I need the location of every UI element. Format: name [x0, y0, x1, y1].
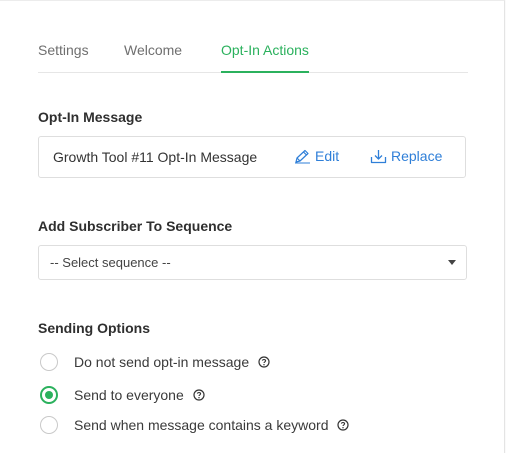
radio-option-do-not-send[interactable]: Do not send opt-in message	[40, 353, 270, 371]
edit-label: Edit	[315, 148, 340, 164]
sending-options-heading: Sending Options	[38, 320, 150, 336]
caret-down-icon	[448, 260, 456, 265]
tab-opt-in-actions[interactable]: Opt-In Actions	[221, 41, 309, 73]
growth-tool-panel: Settings Welcome Opt-In Actions Opt-In M…	[0, 0, 505, 453]
question-circle-icon[interactable]	[337, 419, 350, 431]
radio-label: Send to everyone	[74, 387, 184, 403]
replace-label: Replace	[391, 148, 443, 164]
radio-label: Do not send opt-in message	[74, 354, 250, 370]
question-circle-icon[interactable]	[258, 356, 270, 368]
tab-settings[interactable]: Settings	[38, 41, 89, 71]
radio-option-send-to-everyone[interactable]: Send to everyone	[40, 386, 205, 404]
sequence-select-value: -- Select sequence --	[50, 255, 171, 270]
radio-option-keyword[interactable]: Send when message contains a keyword	[40, 416, 350, 434]
tab-welcome[interactable]: Welcome	[124, 41, 182, 71]
opt-in-message-box: Growth Tool #11 Opt-In Message Edit Repl…	[38, 136, 466, 178]
replace-message-button[interactable]: Replace	[370, 148, 442, 164]
download-icon	[370, 149, 387, 163]
edit-message-button[interactable]: Edit	[294, 148, 339, 164]
radio-button[interactable]	[40, 416, 58, 434]
sequence-heading: Add Subscriber To Sequence	[38, 218, 233, 234]
opt-in-message-name: Growth Tool #11 Opt-In Message	[53, 149, 258, 165]
sequence-select[interactable]: -- Select sequence --	[38, 245, 467, 280]
radio-label: Send when message contains a keyword	[74, 417, 329, 433]
tab-bar: Settings Welcome Opt-In Actions	[38, 41, 468, 73]
opt-in-message-heading: Opt-In Message	[38, 109, 143, 125]
pencil-icon	[295, 149, 310, 163]
radio-button[interactable]	[40, 353, 58, 371]
question-circle-icon[interactable]	[193, 389, 205, 401]
radio-button-checked[interactable]	[40, 386, 58, 404]
